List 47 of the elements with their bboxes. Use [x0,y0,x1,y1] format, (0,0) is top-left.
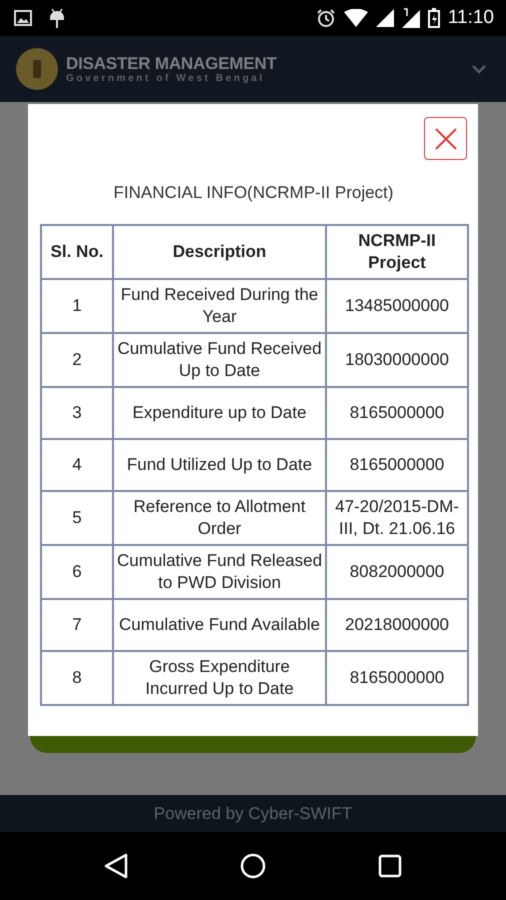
table-cell: Reference to Allotment Order [113,490,326,544]
table-cell: Fund Utilized Up to Date [113,438,326,490]
dialog-title: FINANCIAL INFO(NCRMP-II Project) [112,182,394,204]
table-cell: 8165000000 [326,438,468,490]
table-cell: 8 [41,650,113,704]
column-header: Description [113,224,326,278]
android-icon [48,7,66,29]
column-header: Sl. No. [41,224,113,278]
chevron-down-icon[interactable] [472,64,486,74]
table-cell: 4 [41,438,113,490]
app-subtitle: Government of West Bengal [66,72,266,84]
table-cell: 47-20/2015-DM-III, Dt. 21.06.16 [326,490,468,544]
app-title: DISASTER MANAGEMENT [66,54,277,72]
image-icon [14,10,32,26]
back-icon[interactable] [104,853,128,879]
column-header: NCRMP-II Project [326,224,468,278]
footer-text: Powered by Cyber-SWIFT [154,802,352,825]
table-cell: 5 [41,490,113,544]
table-cell: Expenditure up to Date [113,386,326,438]
table-cell: 2 [41,332,113,386]
signal-icon [376,9,394,27]
close-button[interactable] [424,117,467,160]
table-cell: 7 [41,598,113,650]
table-cell: 1 [41,278,113,332]
table-cell: Cumulative Fund Received Up to Date [113,332,326,386]
table-cell: 18030000000 [326,332,468,386]
table-cell: 8165000000 [326,650,468,704]
recents-icon[interactable] [378,854,402,878]
table-cell: Fund Received During the Year [113,278,326,332]
table-cell: 3 [41,386,113,438]
table-cell: 20218000000 [326,598,468,650]
table-cell: 13485000000 [326,278,468,332]
close-icon [434,128,456,150]
emblem-icon [16,48,58,90]
alarm-icon [316,8,336,28]
table-cell: 8082000000 [326,544,468,598]
status-time: 11:10 [448,6,494,30]
table-cell: Gross Expenditure Incurred Up to Date [113,650,326,704]
battery-icon [428,8,440,28]
table-cell: 8165000000 [326,386,468,438]
table-cell: 6 [41,544,113,598]
table-cell: Cumulative Fund Available [113,598,326,650]
submit-bar[interactable] [30,736,476,752]
roaming-signal-icon [402,8,420,28]
home-icon[interactable] [240,853,266,879]
table-cell: Cumulative Fund Released to PWD Division [113,544,326,598]
wifi-icon [344,9,368,27]
